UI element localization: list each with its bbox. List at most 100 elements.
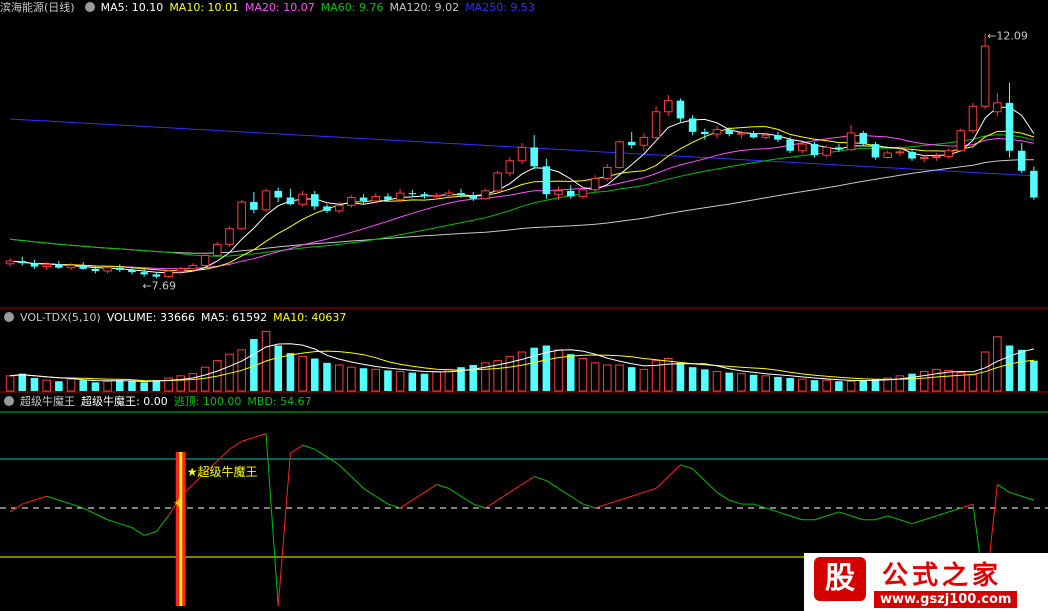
candle bbox=[517, 142, 527, 165]
high-price-marker: ←12.09 bbox=[987, 29, 1028, 42]
volume-bar bbox=[517, 351, 527, 392]
mbd-segment bbox=[887, 515, 900, 521]
price-header: 滨海能源(日线) MA5: 10.10 MA10: 10.01 MA20: 10.07… bbox=[0, 0, 541, 16]
candle bbox=[395, 188, 405, 202]
candle-body bbox=[663, 100, 673, 113]
logo-url: www.gszj100.com bbox=[874, 591, 1018, 608]
candle-body bbox=[1005, 102, 1014, 151]
volume-bar bbox=[55, 381, 63, 391]
candle-body bbox=[688, 118, 697, 132]
volume-bar bbox=[359, 368, 368, 391]
candle bbox=[481, 188, 490, 200]
candle bbox=[274, 187, 283, 202]
volume-bar bbox=[578, 358, 588, 392]
mbd-segment bbox=[534, 476, 547, 482]
candle bbox=[298, 190, 307, 207]
volume-bar bbox=[908, 373, 916, 391]
mbd-segment bbox=[497, 491, 511, 501]
mbd-segment bbox=[911, 519, 925, 525]
mbd-segment bbox=[789, 515, 803, 521]
mbd-segment bbox=[1021, 495, 1035, 501]
candle bbox=[420, 191, 429, 199]
volume-bar bbox=[944, 369, 953, 392]
mbd-segment bbox=[460, 495, 474, 505]
volume-settings-gear-icon[interactable] bbox=[4, 312, 14, 322]
candle-body bbox=[749, 132, 758, 138]
candle bbox=[1030, 166, 1038, 200]
ma5-line bbox=[10, 106, 1035, 274]
ma120-label: MA120: 9.02 bbox=[389, 1, 460, 14]
candle bbox=[919, 155, 929, 162]
mbd-segment bbox=[375, 495, 389, 505]
mbd-segment bbox=[643, 487, 657, 493]
mbd-segment bbox=[277, 453, 291, 607]
candle-body bbox=[359, 197, 368, 201]
volume-bar bbox=[835, 381, 843, 391]
logo-mark: 股 bbox=[814, 557, 866, 601]
mbd-segment bbox=[765, 507, 779, 513]
candle bbox=[103, 266, 112, 274]
mbd-segment bbox=[241, 436, 255, 442]
candle-body bbox=[835, 147, 843, 150]
mbd-segment bbox=[473, 503, 486, 509]
candle-body bbox=[871, 144, 880, 158]
candle-body bbox=[944, 150, 953, 157]
volume-bar bbox=[822, 379, 831, 392]
candle bbox=[152, 272, 161, 279]
volume-bar bbox=[432, 371, 441, 392]
candle-body bbox=[457, 193, 465, 196]
candle-body bbox=[798, 143, 807, 152]
volume-bar bbox=[810, 380, 819, 391]
candle bbox=[5, 258, 15, 267]
volume-bar bbox=[274, 345, 283, 391]
signal-star-icon: ✦ bbox=[173, 496, 185, 512]
mbd-segment bbox=[436, 484, 450, 489]
volume-bar bbox=[420, 373, 429, 391]
volume-bar bbox=[798, 378, 807, 392]
candle-body bbox=[91, 268, 100, 272]
candle-body bbox=[481, 190, 490, 200]
candle bbox=[590, 175, 600, 192]
mbd-segment bbox=[412, 491, 425, 501]
mbd-segment bbox=[485, 499, 498, 509]
signal-label: ★超级牛魔王 bbox=[187, 464, 258, 479]
mbd-segment bbox=[960, 503, 974, 509]
volume-ma5-label: MA5: 61592 bbox=[200, 311, 268, 324]
stock-chart: ←12.09 ←7.69 ✦ ★超级牛魔王 bbox=[0, 29, 1048, 607]
volume-bar bbox=[530, 347, 538, 391]
mbd-segment bbox=[229, 440, 242, 450]
settings-gear-icon[interactable] bbox=[84, 2, 95, 12]
volume-bar bbox=[66, 378, 76, 392]
candle-body bbox=[651, 111, 661, 138]
mbd-label: MBD: 54.67 bbox=[247, 395, 312, 408]
candle bbox=[603, 164, 612, 181]
candle-body bbox=[701, 131, 709, 135]
mbd-segment bbox=[558, 487, 572, 497]
candle-body bbox=[30, 263, 39, 267]
candle bbox=[786, 137, 794, 153]
mbd-segment bbox=[948, 507, 961, 513]
candle bbox=[639, 132, 649, 151]
candle-body bbox=[639, 136, 649, 146]
mbd-segment bbox=[997, 484, 1010, 493]
candle-body bbox=[980, 45, 990, 107]
indicator-settings-gear-icon[interactable] bbox=[4, 396, 14, 406]
candle-body bbox=[225, 228, 234, 245]
mbd-segment bbox=[704, 480, 718, 493]
mbd-segment bbox=[924, 515, 937, 521]
candle bbox=[493, 170, 502, 192]
candle-body bbox=[908, 151, 916, 159]
indicator-value-label: 超级牛魔王: 0.00 bbox=[81, 395, 168, 408]
mbd-segment bbox=[753, 503, 766, 509]
candle-body bbox=[408, 193, 417, 195]
candle-body bbox=[676, 100, 685, 119]
candle bbox=[859, 130, 868, 147]
mbd-segment bbox=[22, 499, 35, 505]
candle bbox=[200, 254, 210, 267]
mbd-segment bbox=[107, 519, 120, 525]
candle-body bbox=[18, 261, 27, 264]
candle-body bbox=[152, 274, 161, 277]
candle-body bbox=[79, 265, 88, 269]
candle bbox=[79, 262, 88, 270]
volume-bar bbox=[919, 371, 929, 392]
